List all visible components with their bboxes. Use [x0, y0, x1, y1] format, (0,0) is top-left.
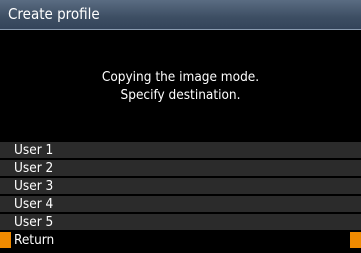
- menu-item-user-1[interactable]: User 1: [0, 142, 361, 158]
- menu-item-label: User 3: [14, 178, 54, 194]
- title-bar: Create profile: [0, 0, 361, 30]
- menu-item-user-5[interactable]: User 5: [0, 214, 361, 230]
- menu-item-label: User 1: [14, 142, 54, 158]
- destination-menu: User 1 User 2 User 3 User 4 User 5 Retur…: [0, 142, 361, 250]
- message-line-1: Copying the image mode.: [101, 69, 260, 85]
- menu-item-user-2[interactable]: User 2: [0, 160, 361, 176]
- menu-item-label: Return: [14, 232, 55, 248]
- message-line-2: Specify destination.: [120, 87, 241, 103]
- menu-item-user-4[interactable]: User 4: [0, 196, 361, 212]
- page-title: Create profile: [8, 5, 100, 23]
- menu-item-user-3[interactable]: User 3: [0, 178, 361, 194]
- osd-screen: Create profile Copying the image mode. S…: [0, 0, 361, 253]
- menu-item-label: User 4: [14, 196, 54, 212]
- menu-item-label: User 5: [14, 214, 54, 230]
- menu-item-return[interactable]: Return: [0, 232, 361, 248]
- menu-item-label: User 2: [14, 160, 54, 176]
- instruction-message: Copying the image mode. Specify destinat…: [0, 68, 361, 104]
